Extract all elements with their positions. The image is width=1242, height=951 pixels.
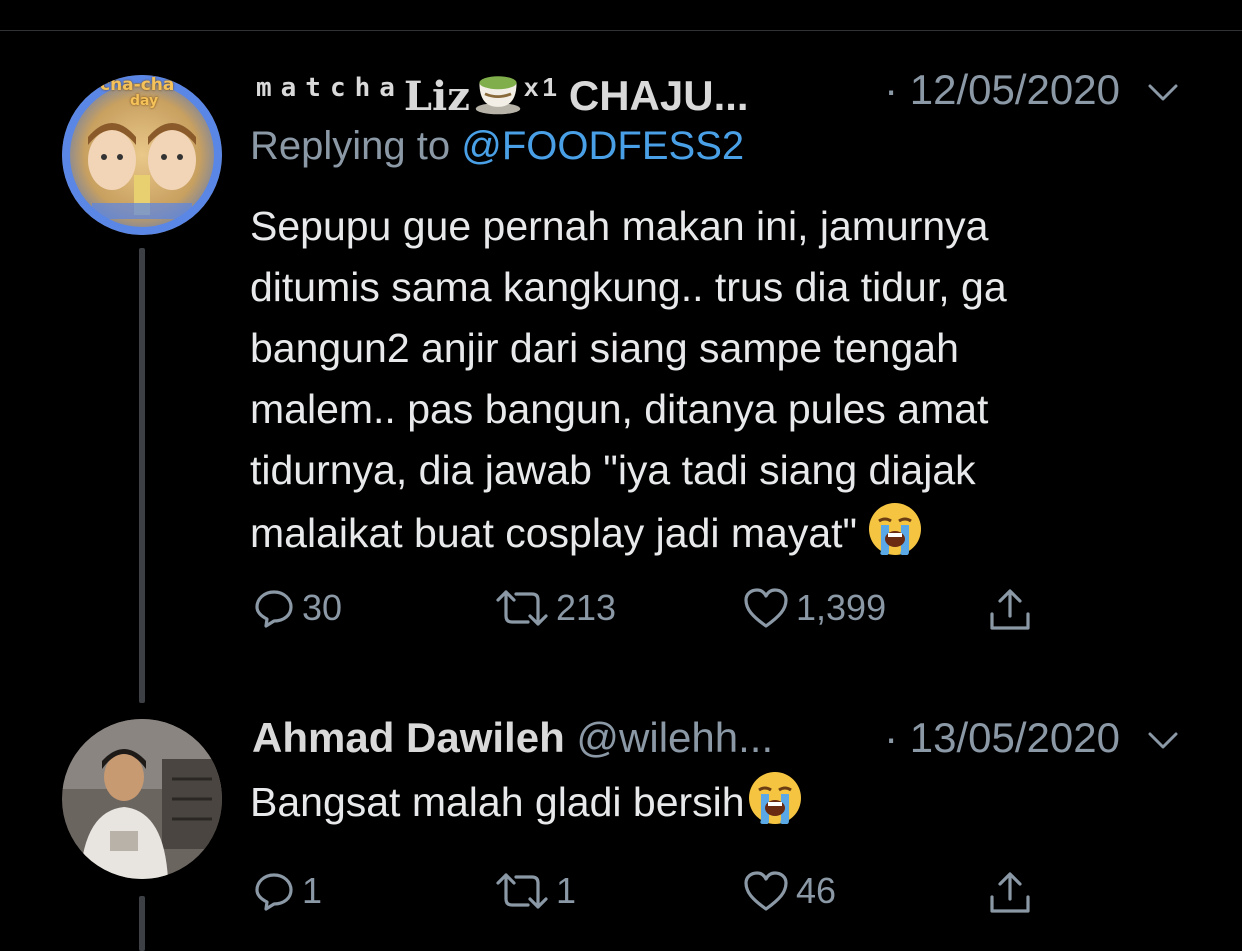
- tweet-date-text: 13/05/2020: [909, 714, 1120, 761]
- share-button[interactable]: [986, 869, 1034, 917]
- reply-button[interactable]: 1: [252, 869, 322, 913]
- like-button[interactable]: 1,399: [742, 586, 886, 630]
- retweet-count: 1: [556, 870, 577, 911]
- tweet-text-content: Bangsat malah gladi bersih: [250, 779, 745, 825]
- tweet[interactable]: matchaLiz x1 CHAJU... · 12/05/2020 Replyi…: [250, 60, 1210, 656]
- replying-label: Replying to: [250, 124, 451, 168]
- avatar-caption-2: day: [130, 93, 159, 109]
- avatar[interactable]: cha-cha day: [62, 75, 222, 235]
- tweet-header: matchaLiz x1 CHAJU... · 12/05/2020: [250, 60, 1210, 120]
- tweet-actions: 1 1 46: [250, 869, 1210, 939]
- share-icon: [990, 872, 1030, 913]
- avatar[interactable]: [62, 719, 222, 879]
- retweet-button[interactable]: 1: [494, 869, 576, 913]
- reply-icon: [255, 590, 293, 628]
- like-count: 1,399: [796, 587, 887, 628]
- display-name-main: Liz: [403, 73, 470, 120]
- like-icon: [744, 588, 788, 628]
- tweet-header: Ahmad Dawileh @wilehh... · 13/05/2020: [250, 708, 1210, 768]
- teacup-emoji: [475, 76, 521, 115]
- reply-count: 30: [302, 587, 343, 628]
- handle: @wilehh...: [576, 714, 774, 761]
- chevron-down-icon[interactable]: [1146, 80, 1180, 104]
- replying-to: Replying to @FOODFESS2: [250, 124, 1210, 180]
- top-divider: [0, 30, 1242, 31]
- loudly-crying-face-emoji: [869, 503, 922, 555]
- like-icon: [744, 871, 788, 911]
- reply-count: 1: [302, 870, 323, 911]
- tweet-text: Sepupu gue pernah makan ini, jamurnya di…: [250, 196, 1210, 564]
- display-name-suffix: CHAJU...: [568, 72, 749, 119]
- chevron-down-icon[interactable]: [1146, 728, 1180, 752]
- display-name-prefix: matcha: [256, 73, 404, 103]
- like-count: 46: [796, 870, 837, 911]
- loudly-crying-face-emoji: [748, 772, 801, 824]
- retweet-count: 213: [556, 587, 617, 628]
- reply-button[interactable]: 30: [252, 586, 342, 630]
- display-name[interactable]: Ahmad Dawileh @wilehh...: [252, 714, 773, 762]
- tweet-text: Bangsat malah gladi bersih: [250, 770, 1210, 833]
- tweet[interactable]: Ahmad Dawileh @wilehh... · 13/05/2020 Ba…: [250, 708, 1210, 939]
- retweet-icon: [496, 873, 548, 909]
- share-button[interactable]: [986, 586, 1034, 634]
- avatar-caption: cha-cha: [100, 75, 175, 95]
- tweet-date[interactable]: · 12/05/2020: [884, 66, 1120, 114]
- replying-handle-link[interactable]: @FOODFESS2: [461, 124, 744, 168]
- tweet-actions: 30 213 1,399: [250, 586, 1210, 656]
- like-button[interactable]: 46: [742, 869, 836, 913]
- tweet-date[interactable]: · 13/05/2020: [884, 714, 1120, 762]
- reply-icon: [255, 873, 293, 911]
- display-name-text: Ahmad Dawileh: [252, 714, 565, 761]
- thread-line: [139, 248, 145, 703]
- share-icon: [990, 589, 1030, 630]
- display-name[interactable]: matchaLiz x1 CHAJU...: [256, 66, 749, 120]
- retweet-button[interactable]: 213: [494, 586, 616, 630]
- retweet-icon: [496, 590, 548, 626]
- thread-line: [139, 896, 145, 951]
- display-name-sup: x1: [523, 72, 561, 102]
- tweet-date-text: 12/05/2020: [909, 66, 1120, 113]
